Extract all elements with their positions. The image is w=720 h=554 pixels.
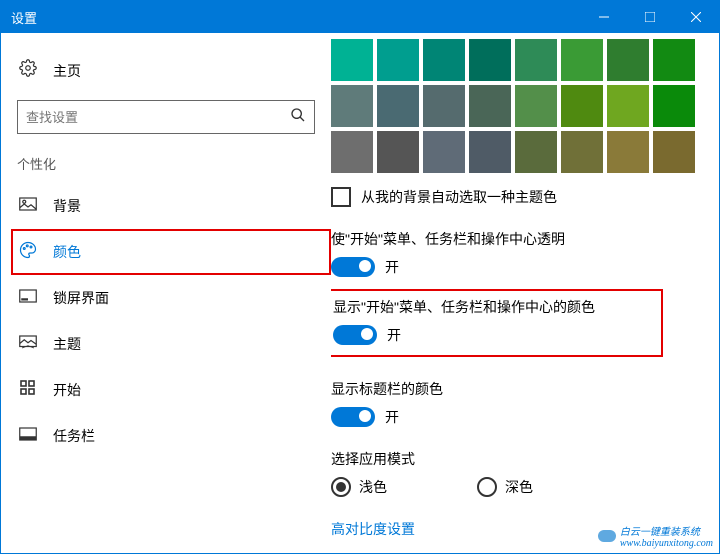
titlebar: 设置 [1, 1, 719, 33]
sidebar-item-colors[interactable]: 颜色 [11, 229, 331, 275]
color-swatch[interactable] [469, 131, 511, 173]
sidebar-item-lockscreen[interactable]: 锁屏界面 [11, 275, 331, 321]
sidebar-item-taskbar[interactable]: 任务栏 [11, 413, 331, 459]
color-swatch[interactable] [653, 39, 695, 81]
title-bar-color-toggle[interactable]: 开 [331, 407, 719, 427]
transparency-toggle[interactable]: 开 [331, 257, 719, 277]
checkbox-icon [331, 187, 351, 207]
sidebar-item-themes[interactable]: 主题 [11, 321, 331, 367]
color-swatch[interactable] [607, 85, 649, 127]
sidebar-item-home[interactable]: 主页 [11, 51, 331, 90]
sidebar-item-label: 锁屏界面 [53, 288, 109, 308]
title-bar-color-title: 显示标题栏的颜色 [331, 379, 719, 399]
color-swatch[interactable] [561, 131, 603, 173]
toggle-switch-icon [333, 325, 377, 345]
sidebar-item-label: 主题 [53, 334, 81, 354]
search-input[interactable] [17, 100, 315, 134]
show-color-toggle[interactable]: 开 [333, 325, 653, 345]
toggle-label: 开 [385, 407, 399, 427]
app-mode-title: 选择应用模式 [331, 449, 719, 469]
show-color-highlight: 显示"开始"菜单、任务栏和操作中心的颜色 开 [331, 289, 663, 357]
color-swatch[interactable] [377, 85, 419, 127]
color-swatch[interactable] [331, 85, 373, 127]
sidebar-item-label: 开始 [53, 380, 81, 400]
palette-icon [17, 241, 39, 263]
radio-label: 浅色 [359, 477, 387, 497]
color-swatch[interactable] [607, 131, 649, 173]
color-swatch[interactable] [423, 85, 465, 127]
color-swatch[interactable] [377, 39, 419, 81]
radio-label: 深色 [505, 477, 533, 497]
show-color-title: 显示"开始"菜单、任务栏和操作中心的颜色 [333, 297, 653, 317]
sidebar-item-background[interactable]: 背景 [11, 183, 331, 229]
color-swatch[interactable] [469, 85, 511, 127]
color-swatch[interactable] [377, 131, 419, 173]
maximize-button[interactable] [627, 1, 673, 33]
minimize-button[interactable] [581, 1, 627, 33]
main-panel: 从我的背景自动选取一种主题色 使"开始"菜单、任务栏和操作中心透明 开 显示"开… [331, 33, 719, 553]
app-mode-radio-light[interactable]: 浅色 [331, 477, 387, 497]
toggle-switch-icon [331, 257, 375, 277]
theme-icon [17, 335, 39, 353]
toggle-label: 开 [387, 325, 401, 345]
sidebar-item-label: 颜色 [53, 242, 81, 262]
color-swatch[interactable] [653, 85, 695, 127]
color-swatch[interactable] [469, 39, 511, 81]
watermark: 白云一键重装系统 www.baiyunxitong.com [598, 523, 713, 549]
sidebar-group-title: 个性化 [17, 154, 331, 173]
color-swatch[interactable] [515, 85, 557, 127]
close-button[interactable] [673, 1, 719, 33]
color-swatch[interactable] [331, 131, 373, 173]
color-swatch[interactable] [653, 131, 695, 173]
sidebar-item-label: 任务栏 [53, 426, 95, 446]
cloud-icon [598, 530, 616, 542]
sidebar-item-label: 背景 [53, 196, 81, 216]
color-swatch[interactable] [515, 131, 557, 173]
color-swatch[interactable] [561, 85, 603, 127]
color-swatch[interactable] [423, 39, 465, 81]
app-mode-radio-dark[interactable]: 深色 [477, 477, 533, 497]
color-swatch[interactable] [423, 131, 465, 173]
search-field[interactable] [26, 110, 290, 125]
color-swatch[interactable] [331, 39, 373, 81]
checkbox-label: 从我的背景自动选取一种主题色 [361, 187, 557, 207]
toggle-switch-icon [331, 407, 375, 427]
sidebar-item-label: 主页 [53, 61, 81, 81]
radio-icon [477, 477, 497, 497]
color-swatch[interactable] [607, 39, 649, 81]
toggle-label: 开 [385, 257, 399, 277]
lockscreen-icon [17, 289, 39, 307]
auto-theme-checkbox[interactable]: 从我的背景自动选取一种主题色 [331, 187, 719, 207]
color-swatch[interactable] [561, 39, 603, 81]
window-title: 设置 [11, 8, 581, 27]
sidebar: 主页 个性化 背景 颜色 [1, 33, 331, 553]
watermark-brand: 白云一键重装系统 [620, 523, 713, 538]
transparency-title: 使"开始"菜单、任务栏和操作中心透明 [331, 229, 719, 249]
gear-icon [17, 59, 39, 82]
taskbar-icon [17, 427, 39, 445]
search-icon [290, 107, 306, 128]
color-swatch[interactable] [515, 39, 557, 81]
radio-icon [331, 477, 351, 497]
sidebar-item-start[interactable]: 开始 [11, 367, 331, 413]
color-swatch-grid [331, 39, 719, 173]
watermark-url: www.baiyunxitong.com [620, 538, 713, 549]
start-icon [17, 380, 39, 400]
picture-icon [17, 197, 39, 215]
